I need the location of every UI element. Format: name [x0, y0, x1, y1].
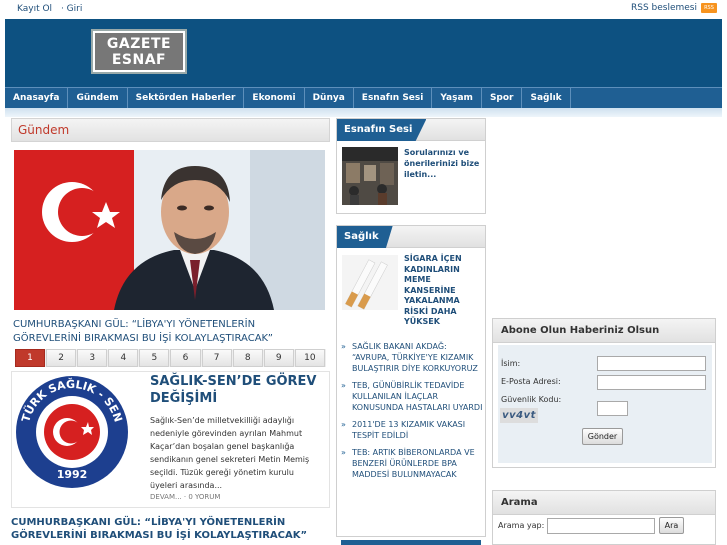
esnaf-sesi-heading: Esnafın Sesi — [337, 119, 427, 141]
hero-photo[interactable] — [14, 150, 325, 310]
nav-item-dunya[interactable]: Dünya — [305, 88, 354, 108]
gundem-title: Gündem — [18, 123, 70, 137]
hero-image — [14, 150, 325, 310]
story-more-link[interactable]: DEVAM... · 0 YORUM — [150, 493, 220, 501]
arrow-icon: » — [341, 420, 346, 429]
nav-item-gundem[interactable]: Gündem — [68, 88, 128, 108]
pager-page-2[interactable]: 2 — [46, 349, 77, 367]
hero-headline-link[interactable]: CUMHURBAŞKANI GÜL: “LİBYA'YI YÖNETENLERİ… — [13, 318, 313, 346]
security-code-field[interactable] — [597, 401, 628, 416]
nav-item-esnafin-sesi[interactable]: Esnafın Sesi — [354, 88, 433, 108]
saglik-news-text: TEB: ARTIK BİBERONLARDA VE BENZERİ ÜRÜNL… — [352, 448, 475, 479]
esnaf-sesi-photo[interactable] — [342, 147, 398, 205]
search-button[interactable]: Ara — [659, 517, 684, 534]
pager-page-4[interactable]: 4 — [108, 349, 139, 367]
saglik-news-item[interactable]: » TEB, GÜNÜBİRLİK TEDAVİDE KULLANILAN İL… — [341, 380, 483, 413]
saglik-news-text: 2011'DE 13 KIZAMIK VAKASI TESPİT EDİLDİ — [352, 420, 466, 440]
captcha-image: vv4vt — [500, 408, 538, 423]
saglik-news-text: TEB, GÜNÜBİRLİK TEDAVİDE KULLANILAN İLAÇ… — [352, 381, 483, 412]
email-label: E-Posta Adresi: — [501, 377, 561, 386]
nav-item-anasayfa[interactable]: Anasayfa — [5, 88, 69, 108]
security-label: Güvenlik Kodu: — [501, 395, 562, 404]
arrow-icon: » — [341, 342, 346, 351]
search-input[interactable] — [547, 518, 655, 534]
logo-line-2: ESNAF — [111, 51, 167, 68]
story-text: Sağlık-Sen’de milletvekilliği adaylığı n… — [150, 416, 310, 490]
market-image — [342, 147, 398, 205]
gundem-header: Gündem — [11, 118, 330, 142]
cigarette-image — [342, 255, 398, 310]
logo-year: 1992 — [57, 468, 88, 481]
rss-feed-link[interactable]: RSS beslemesi RSS — [631, 3, 717, 13]
arrow-icon: » — [341, 381, 346, 390]
login-link[interactable]: · Giri — [61, 4, 82, 14]
account-links: Kayıt Ol · Giri — [17, 4, 82, 14]
pager-page-6[interactable]: 6 — [170, 349, 201, 367]
pager-page-7[interactable]: 7 — [201, 349, 232, 367]
arrow-icon: » — [341, 448, 346, 457]
site-logo[interactable]: GAZETE ESNAF — [91, 29, 187, 74]
pager-page-10[interactable]: 10 — [294, 349, 325, 367]
top-bar: Kayıt Ol · Giri RSS beslemesi RSS — [0, 0, 727, 19]
email-field[interactable] — [597, 375, 706, 390]
saglik-heading: Sağlık — [337, 226, 393, 248]
name-label: İsim: — [501, 359, 521, 368]
esnaf-sesi-link[interactable]: Sorularınızı ve önerilerinizi bize ileti… — [404, 147, 482, 180]
rss-icon: RSS — [701, 3, 717, 13]
bottom-headline-link[interactable]: CUMHURBAŞKANI GÜL: “LİBYA'YI YÖNETENLERİ… — [11, 516, 330, 542]
subnav-strip — [5, 108, 722, 117]
pager-page-5[interactable]: 5 — [139, 349, 170, 367]
logo-line-1: GAZETE — [106, 35, 172, 52]
pager-page-1[interactable]: 1 — [15, 349, 46, 367]
saglik-news-item[interactable]: » SAĞLIK BAKANI AKDAĞ: “AVRUPA, TÜRKİYE'… — [341, 341, 483, 374]
saglik-sen-logo: TÜRK SAĞLIK - SEN 1992 — [16, 376, 128, 488]
saglik-news-item[interactable]: » 2011'DE 13 KIZAMIK VAKASI TESPİT EDİLD… — [341, 419, 483, 441]
nav-item-spor[interactable]: Spor — [482, 88, 523, 108]
nav-item-ekonomi[interactable]: Ekonomi — [244, 88, 305, 108]
nav-item-yasam[interactable]: Yaşam — [432, 88, 482, 108]
saglik-news-list: » SAĞLIK BAKANI AKDAĞ: “AVRUPA, TÜRKİYE'… — [341, 341, 483, 486]
saglik-news-text: SAĞLIK BAKANI AKDAĞ: “AVRUPA, TÜRKİYE'YE… — [352, 342, 478, 373]
story-title[interactable]: SAĞLIK-SEN’DE GÖREV DEĞİŞİMİ — [150, 373, 325, 407]
site-header: GAZETE ESNAF — [5, 19, 722, 87]
name-field[interactable] — [597, 356, 706, 371]
next-box-edge — [341, 540, 481, 545]
story-logo-image[interactable]: TÜRK SAĞLIK - SEN 1992 — [14, 374, 130, 490]
gundem-pager: 1 2 3 4 5 6 7 8 9 10 — [15, 349, 326, 367]
submit-button[interactable]: Gönder — [582, 428, 623, 445]
main-nav: Anasayfa Gündem Sektörden Haberler Ekono… — [5, 87, 722, 108]
saglik-featured-photo[interactable] — [342, 255, 398, 310]
saglik-featured-link[interactable]: SİGARA İÇEN KADINLARIN MEME KANSERİNE YA… — [404, 254, 482, 328]
saglik-news-item[interactable]: » TEB: ARTIK BİBERONLARDA VE BENZERİ ÜRÜ… — [341, 447, 483, 480]
rss-label: RSS beslemesi — [630, 3, 697, 13]
subscribe-heading: Abone Olun Haberiniz Olsun — [501, 325, 660, 336]
pager-page-8[interactable]: 8 — [232, 349, 263, 367]
search-label: Arama yap: — [498, 521, 545, 530]
pager-page-9[interactable]: 9 — [263, 349, 294, 367]
nav-item-saglik[interactable]: Sağlık — [522, 88, 571, 108]
pager-page-3[interactable]: 3 — [77, 349, 108, 367]
register-link[interactable]: Kayıt Ol — [17, 4, 52, 14]
nav-item-sektorden-haberler[interactable]: Sektörden Haberler — [128, 88, 245, 108]
ad-space — [492, 118, 716, 314]
search-heading: Arama — [501, 497, 538, 508]
